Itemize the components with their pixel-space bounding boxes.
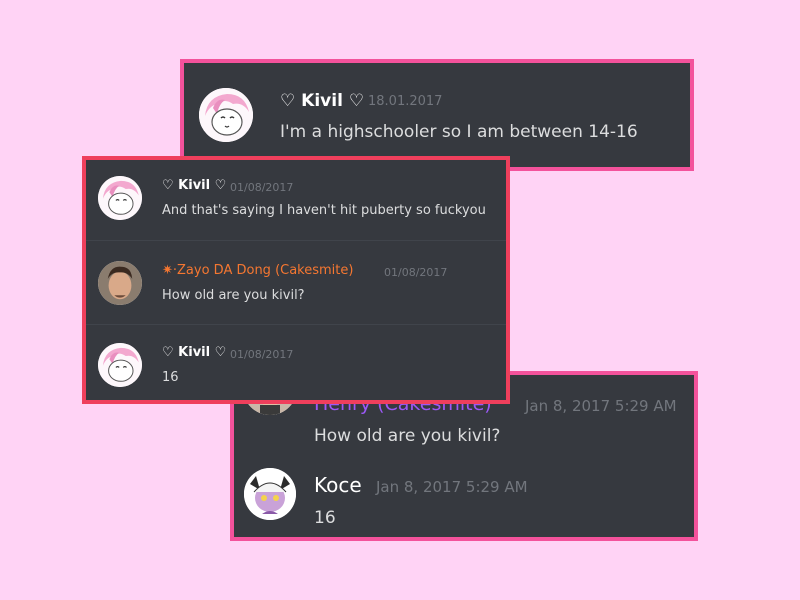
message-divider (86, 324, 506, 325)
message-timestamp: 18.01.2017 (368, 94, 443, 109)
zayo-avatar[interactable] (98, 261, 142, 305)
koce-avatar[interactable] (244, 468, 296, 520)
message-timestamp: 01/08/2017 (230, 348, 294, 361)
message-author[interactable]: ♡ Kivil ♡ (162, 178, 226, 193)
message-author[interactable]: ♡ Kivil ♡ (162, 345, 226, 360)
man-photo-avatar-icon (98, 261, 142, 305)
message-divider (86, 240, 506, 241)
kivil-avatar[interactable] (98, 343, 142, 387)
message-author[interactable]: ✷·Zayo DA Dong (Cakesmite) (162, 263, 353, 278)
pink-haired-character-avatar-icon (98, 176, 142, 220)
message-timestamp: Jan 8, 2017 5:29 AM (525, 397, 677, 415)
horned-character-avatar-icon (244, 468, 296, 520)
kivil-avatar[interactable] (98, 176, 142, 220)
message-author[interactable]: Koce (314, 473, 362, 497)
message-text: How old are you kivil? (314, 426, 501, 446)
message-author[interactable]: ♡ Kivil ♡ (280, 91, 364, 111)
message-text: How old are you kivil? (162, 288, 305, 303)
chat-screenshot-top: ♡ Kivil ♡ 18.01.2017 I'm a highschooler … (180, 59, 694, 171)
message-timestamp: 01/08/2017 (230, 181, 294, 194)
message-timestamp: 01/08/2017 (384, 266, 448, 279)
pink-haired-character-avatar-icon (199, 88, 253, 142)
kivil-avatar[interactable] (199, 88, 253, 142)
message-text: 16 (162, 370, 179, 385)
message-timestamp: Jan 8, 2017 5:29 AM (376, 478, 528, 496)
message-text: I'm a highschooler so I am between 14-16 (280, 122, 638, 142)
pink-haired-character-avatar-icon (98, 343, 142, 387)
message-text: 16 (314, 508, 336, 528)
message-text: And that's saying I haven't hit puberty … (162, 203, 486, 218)
chat-screenshot-middle: ♡ Kivil ♡ 01/08/2017 And that's saying I… (82, 156, 510, 404)
